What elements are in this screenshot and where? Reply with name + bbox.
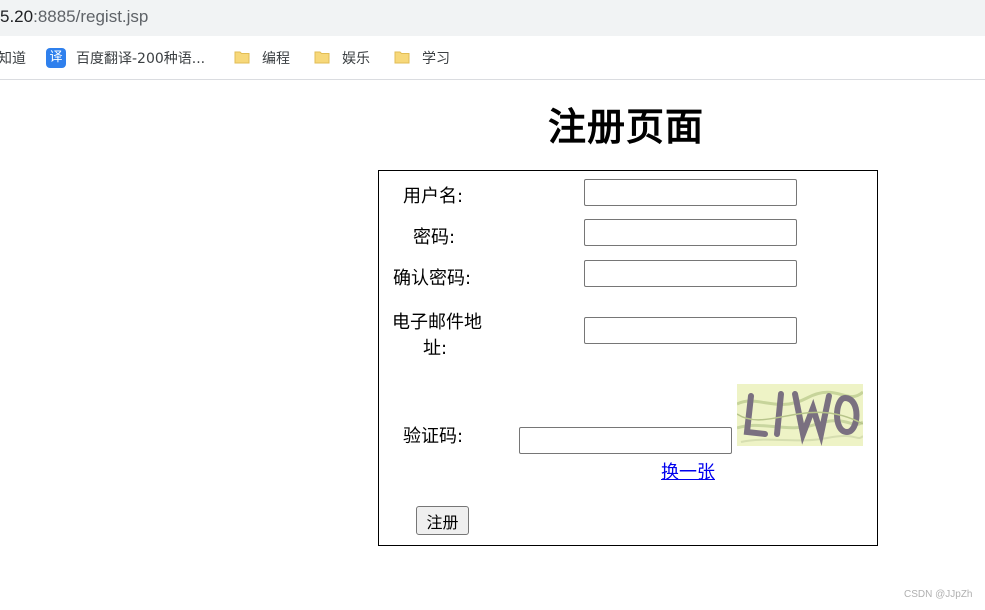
watermark: CSDN @JJpZh [904, 589, 973, 600]
refresh-captcha-link[interactable]: 换一张 [661, 458, 715, 484]
register-button[interactable]: 注册 [416, 506, 469, 535]
email-label-line2: 址: [423, 338, 448, 359]
folder-icon [394, 51, 410, 64]
captcha-label: 验证码: [403, 426, 464, 447]
captcha-input[interactable] [519, 427, 732, 454]
url-text[interactable]: 5.20:8885/regist.jsp [0, 7, 148, 27]
username-label: 用户名: [403, 186, 464, 207]
email-input[interactable] [584, 317, 797, 344]
bookmark-folder-entertainment[interactable]: 娱乐 [342, 48, 370, 68]
bookmark-zhidao[interactable]: 知道 [0, 48, 26, 68]
translate-icon: 译 [46, 48, 66, 68]
confirm-password-input[interactable] [584, 260, 797, 287]
bookmark-folder-study[interactable]: 学习 [422, 48, 450, 68]
bookmark-baidu-translate[interactable]: 百度翻译-200种语... [76, 48, 205, 68]
captcha-image[interactable] [737, 384, 863, 446]
password-label: 密码: [413, 227, 456, 248]
password-input[interactable] [584, 219, 797, 246]
email-label-line1: 电子邮件地 [392, 312, 482, 333]
bookmark-folder-programming[interactable]: 编程 [262, 48, 290, 68]
username-input[interactable] [584, 179, 797, 206]
folder-icon [234, 51, 250, 64]
page-title: 注册页面 [548, 105, 705, 149]
folder-icon [314, 51, 330, 64]
url-path: :8885/regist.jsp [33, 7, 149, 26]
url-host: 5.20 [0, 7, 34, 26]
address-bar[interactable]: 5.20:8885/regist.jsp [0, 0, 985, 36]
confirm-password-label: 确认密码: [393, 268, 472, 289]
